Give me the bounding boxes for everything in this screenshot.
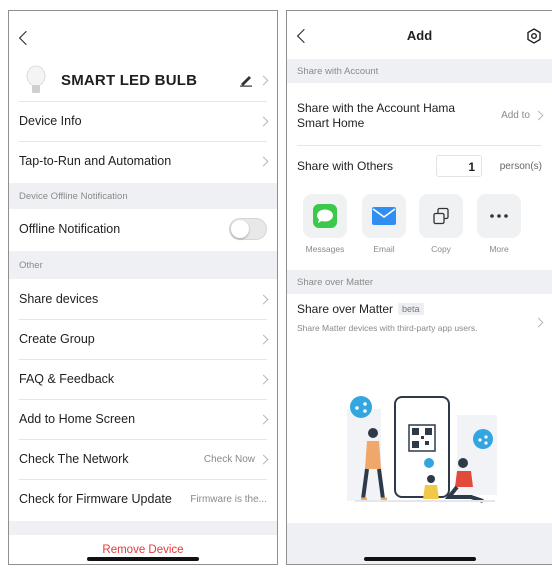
section-header-matter: Share over Matter bbox=[287, 270, 552, 294]
tap-to-run-item[interactable]: Tap-to-Run and Automation bbox=[9, 141, 277, 181]
create-group-item[interactable]: Create Group bbox=[9, 319, 277, 359]
app-label: More bbox=[489, 244, 509, 254]
offline-notification-item: Offline Notification bbox=[9, 209, 277, 249]
chevron-right-icon bbox=[258, 334, 269, 344]
page-title: Add bbox=[406, 28, 433, 43]
share-app-copy[interactable]: Copy bbox=[419, 194, 463, 254]
chevron-right-icon bbox=[258, 294, 269, 304]
bulb-icon bbox=[26, 65, 46, 93]
add-to-value: Add to bbox=[501, 109, 530, 121]
chevron-right-icon bbox=[533, 317, 544, 328]
device-header: SMART LED BULB bbox=[9, 59, 277, 101]
chevron-right-icon bbox=[258, 374, 269, 384]
device-info-item[interactable]: Device Info bbox=[9, 101, 277, 141]
copy-tile bbox=[419, 194, 463, 238]
chevron-right-icon bbox=[258, 116, 269, 126]
firmware-update-item[interactable]: Check for Firmware Update Firmware is th… bbox=[9, 479, 277, 519]
person-count: 1 bbox=[468, 160, 475, 174]
matter-title-row: Share over Matter beta bbox=[297, 302, 477, 316]
tap-to-run-label: Tap-to-Run and Automation bbox=[19, 154, 172, 168]
share-account-line2: Smart Home bbox=[297, 115, 365, 130]
beta-badge: beta bbox=[398, 303, 424, 315]
app-label: Email bbox=[373, 244, 395, 254]
share-app-more[interactable]: More bbox=[477, 194, 521, 254]
person-count-field[interactable]: 1 bbox=[436, 155, 482, 177]
home-indicator bbox=[87, 557, 199, 561]
home-indicator bbox=[363, 557, 476, 561]
add-home-screen-item[interactable]: Add to Home Screen bbox=[9, 399, 277, 439]
check-network-label: Check The Network bbox=[19, 452, 129, 466]
share-account-item[interactable]: Share with the Account Hama Smart Home A… bbox=[287, 89, 552, 141]
messages-tile bbox=[303, 194, 347, 238]
share-app-messages[interactable]: Messages bbox=[303, 194, 347, 254]
chevron-right-icon bbox=[533, 110, 544, 120]
edit-icon[interactable] bbox=[239, 73, 253, 87]
sharing-illustration bbox=[347, 396, 497, 503]
settings-icon[interactable] bbox=[526, 28, 542, 44]
back-icon[interactable] bbox=[18, 30, 34, 46]
device-settings-screen: SMART LED BULB Device Info Tap-to-Run an… bbox=[8, 10, 278, 565]
person-unit: person(s) bbox=[499, 160, 542, 172]
matter-title: Share over Matter bbox=[297, 302, 394, 316]
app-label: Messages bbox=[305, 244, 345, 254]
offline-notification-toggle[interactable] bbox=[229, 218, 267, 240]
share-screen: Add Share with Account Share with the Ac… bbox=[286, 10, 552, 565]
check-network-item[interactable]: Check The Network Check Now bbox=[9, 439, 277, 479]
device-info-label: Device Info bbox=[19, 114, 82, 128]
copy-icon bbox=[433, 207, 449, 225]
section-header-offline: Device Offline Notification bbox=[9, 183, 277, 209]
faq-feedback-item[interactable]: FAQ & Feedback bbox=[9, 359, 277, 399]
share-others-label: Share with Others bbox=[297, 159, 394, 173]
more-icon bbox=[490, 214, 508, 218]
add-home-screen-label: Add to Home Screen bbox=[19, 412, 136, 426]
firmware-update-label: Check for Firmware Update bbox=[19, 492, 172, 506]
offline-notification-label: Offline Notification bbox=[19, 222, 121, 236]
section-header-other: Other bbox=[9, 251, 277, 279]
toggle-knob bbox=[231, 220, 249, 238]
share-matter-item[interactable]: Share over Matter beta Share Matter devi… bbox=[287, 299, 552, 343]
share-devices-item[interactable]: Share devices bbox=[9, 279, 277, 319]
share-account-line1: Share with the Account Hama bbox=[297, 100, 456, 115]
chevron-right-icon bbox=[258, 156, 269, 166]
check-network-value: Check Now bbox=[203, 453, 255, 465]
share-app-email[interactable]: Email bbox=[362, 194, 406, 254]
messages-icon bbox=[313, 204, 337, 228]
firmware-update-value: Firmware is the... bbox=[190, 493, 267, 505]
remove-device-label: Remove Device bbox=[102, 544, 184, 556]
chevron-right-icon bbox=[258, 75, 269, 85]
spacer bbox=[9, 521, 277, 535]
section-header-account: Share with Account bbox=[287, 59, 552, 83]
email-tile bbox=[362, 194, 406, 238]
device-name: SMART LED BULB bbox=[61, 71, 198, 89]
matter-description: Share Matter devices with third-party ap… bbox=[297, 323, 478, 333]
chevron-right-icon bbox=[258, 454, 269, 464]
share-others-item: Share with Others 1 person(s) bbox=[287, 151, 552, 181]
create-group-label: Create Group bbox=[19, 332, 95, 346]
share-devices-label: Share devices bbox=[19, 292, 99, 306]
email-icon bbox=[372, 207, 396, 225]
more-tile bbox=[477, 194, 521, 238]
app-label: Copy bbox=[431, 244, 451, 254]
chevron-right-icon bbox=[258, 414, 269, 424]
faq-feedback-label: FAQ & Feedback bbox=[19, 372, 115, 386]
